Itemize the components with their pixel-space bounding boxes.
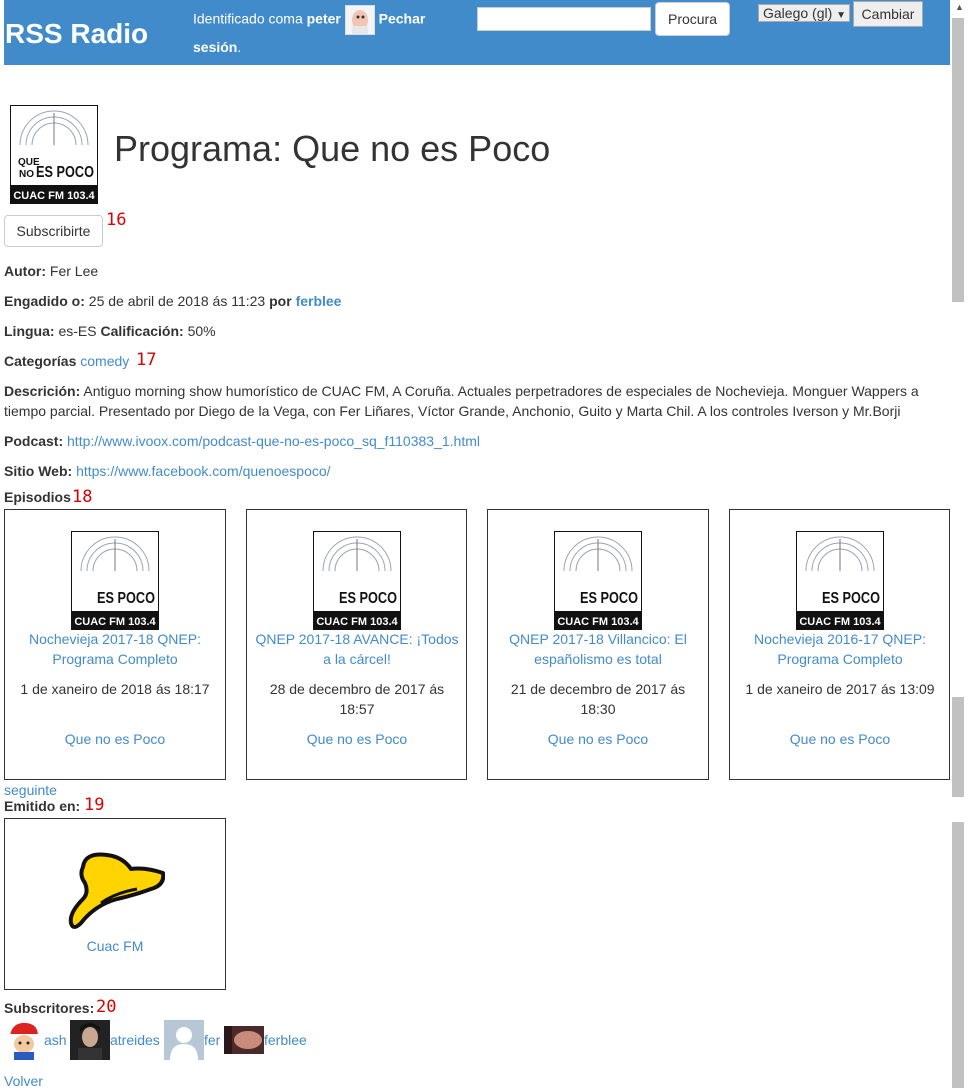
subscribers-heading: Subscritores:	[4, 1000, 95, 1016]
episode-card: ES POCO CUAC FM 103.4 QNEP 2017-18 Villan…	[487, 509, 709, 780]
back-link[interactable]: Volver	[4, 1073, 43, 1089]
podcast-label: Podcast:	[4, 433, 64, 449]
description-field: Descrición: Antiguo morning show humorís…	[4, 381, 934, 421]
language-value: es-ES	[58, 323, 97, 339]
logo-text-footer: CUAC FM 103.4	[799, 616, 881, 628]
logo-text-footer: CUAC FM 103.4	[13, 190, 95, 202]
description-label: Descrición:	[4, 383, 81, 399]
subscribe-button[interactable]: Subscribirte	[4, 215, 103, 247]
user-info: Identificado coma peter Pechar sesión.	[193, 5, 453, 59]
episodes-heading: Episodios	[4, 489, 71, 505]
added-value: 25 de abril de 2018 ás 11:23	[88, 293, 266, 309]
annotation-marker: 19	[84, 795, 105, 815]
search-button[interactable]: Procura	[655, 2, 730, 36]
station-link[interactable]: Cuac FM	[5, 938, 225, 954]
episode-thumbnail[interactable]: ES POCO CUAC FM 103.4	[795, 530, 885, 631]
language-field: Lingua: es-ES Calificación: 50%	[4, 323, 216, 339]
chevron-down-icon: ▼	[836, 10, 847, 21]
logo-text-espoco: ES POCO	[339, 590, 397, 607]
broadcast-heading: Emitido en:	[4, 798, 81, 814]
episode-thumbnail[interactable]: ES POCO CUAC FM 103.4	[553, 530, 643, 631]
episode-title-link[interactable]: QNEP 2017-18 AVANCE: ¡Todos a la cárcel!	[255, 629, 459, 669]
subscriber-link[interactable]: ash	[44, 1032, 67, 1048]
scroll-up-icon[interactable]: ▲	[955, 2, 964, 12]
episode-date: 1 de xaneiro de 2017 ás 13:09	[745, 681, 935, 697]
website-field: Sitio Web: https://www.facebook.com/quen…	[4, 463, 331, 479]
logo-text-espoco: ES POCO	[97, 590, 155, 607]
annotation-marker: 17	[136, 350, 157, 370]
subscriber-link[interactable]: ferblee	[264, 1032, 307, 1048]
avatar	[224, 1020, 264, 1060]
episode-card: ES POCO CUAC FM 103.4 Nochevieja 2017-18 …	[4, 509, 226, 780]
station-card: Cuac FM	[4, 818, 226, 990]
logo-text-footer: CUAC FM 103.4	[74, 616, 156, 628]
categories-field: Categorías comedy	[4, 353, 129, 369]
episode-date: 1 de xaneiro de 2018 ás 18:17	[20, 681, 210, 697]
logo-text-espoco: ES POCO	[36, 164, 94, 181]
logo-text-espoco: ES POCO	[580, 590, 638, 607]
station-logo[interactable]	[65, 847, 166, 932]
logo-text-footer: CUAC FM 103.4	[557, 616, 639, 628]
author-label: Autor:	[4, 263, 46, 279]
added-by-link[interactable]: ferblee	[296, 293, 342, 309]
language-select[interactable]: Galego (gl) ▼	[758, 4, 850, 22]
search-input[interactable]	[477, 7, 651, 31]
language-label: Lingua:	[4, 323, 55, 339]
podcast-link[interactable]: http://www.ivoox.com/podcast-que-no-es-p…	[67, 433, 480, 449]
episode-thumbnail[interactable]: ES POCO CUAC FM 103.4	[70, 530, 160, 631]
avatar	[70, 1020, 110, 1060]
scrollbar-thumb[interactable]	[952, 697, 964, 797]
website-link[interactable]: https://www.facebook.com/quenoespoco/	[76, 463, 330, 479]
logo-text-espoco: ES POCO	[822, 590, 880, 607]
episode-card: ES POCO CUAC FM 103.4 QNEP 2017-18 AVANCE…	[246, 509, 467, 780]
logo-text-footer: CUAC FM 103.4	[316, 616, 398, 628]
page-title: Programa: Que no es Poco	[114, 128, 551, 169]
avatar	[4, 1020, 44, 1060]
username-link[interactable]: peter	[307, 11, 341, 27]
by-label: por	[269, 293, 292, 309]
episode-title-link[interactable]: Nochevieja 2017-18 QNEP: Programa Comple…	[13, 629, 217, 669]
categories-label: Categorías	[4, 353, 77, 369]
episode-program-link[interactable]: Que no es Poco	[255, 729, 459, 749]
scrollbar-thumb[interactable]	[952, 18, 964, 302]
episode-date: 21 de decembro de 2017 ás 18:30	[510, 681, 686, 717]
next-page-link[interactable]: seguinte	[4, 782, 57, 798]
episode-program-link[interactable]: Que no es Poco	[738, 729, 942, 749]
top-navbar: RSS Radio Identificado coma peter Pechar…	[4, 0, 950, 65]
subscriber-link[interactable]: atreides	[110, 1032, 160, 1048]
program-logo: QUE NO ES POCO CUAC FM 103.4	[9, 104, 99, 205]
logo-text-no: NO	[19, 169, 34, 180]
identified-as-text: Identificado coma	[193, 10, 303, 27]
author-field: Autor: Fer Lee	[4, 263, 98, 279]
author-value: Fer Lee	[49, 263, 99, 279]
brand-link[interactable]: RSS Radio	[5, 18, 148, 50]
user-avatar[interactable]	[344, 5, 375, 35]
change-language-button[interactable]: Cambiar	[853, 1, 923, 27]
episode-date: 28 de decembro de 2017 ás 18:57	[269, 681, 445, 717]
podcast-field: Podcast: http://www.ivoox.com/podcast-qu…	[4, 433, 480, 449]
annotation-marker: 16	[106, 210, 127, 230]
annotation-marker: 18	[72, 487, 93, 507]
added-label: Engadido o:	[4, 293, 85, 309]
category-link[interactable]: comedy	[80, 353, 129, 369]
rating-label: Calificación:	[100, 323, 184, 339]
rating-value: 50%	[187, 323, 216, 339]
episode-program-link[interactable]: Que no es Poco	[496, 729, 700, 749]
scrollbar-thumb[interactable]	[952, 822, 964, 1088]
episode-card: ES POCO CUAC FM 103.4 Nochevieja 2016-17 …	[729, 509, 950, 780]
annotation-marker: 20	[96, 997, 117, 1017]
episode-title-link[interactable]: Nochevieja 2016-17 QNEP: Programa Comple…	[738, 629, 942, 669]
avatar	[164, 1020, 204, 1060]
description-value: Antiguo morning show humorístico de CUAC…	[4, 383, 919, 419]
language-select-value: Galego (gl)	[763, 5, 833, 21]
episode-title-link[interactable]: QNEP 2017-18 Villancico: El españolismo …	[496, 629, 700, 669]
added-field: Engadido o: 25 de abril de 2018 ás 11:23…	[4, 293, 341, 309]
subscriber-link[interactable]: fer	[204, 1032, 220, 1048]
episode-program-link[interactable]: Que no es Poco	[13, 729, 217, 749]
episode-thumbnail[interactable]: ES POCO CUAC FM 103.4	[312, 530, 402, 631]
website-label: Sitio Web:	[4, 463, 73, 479]
